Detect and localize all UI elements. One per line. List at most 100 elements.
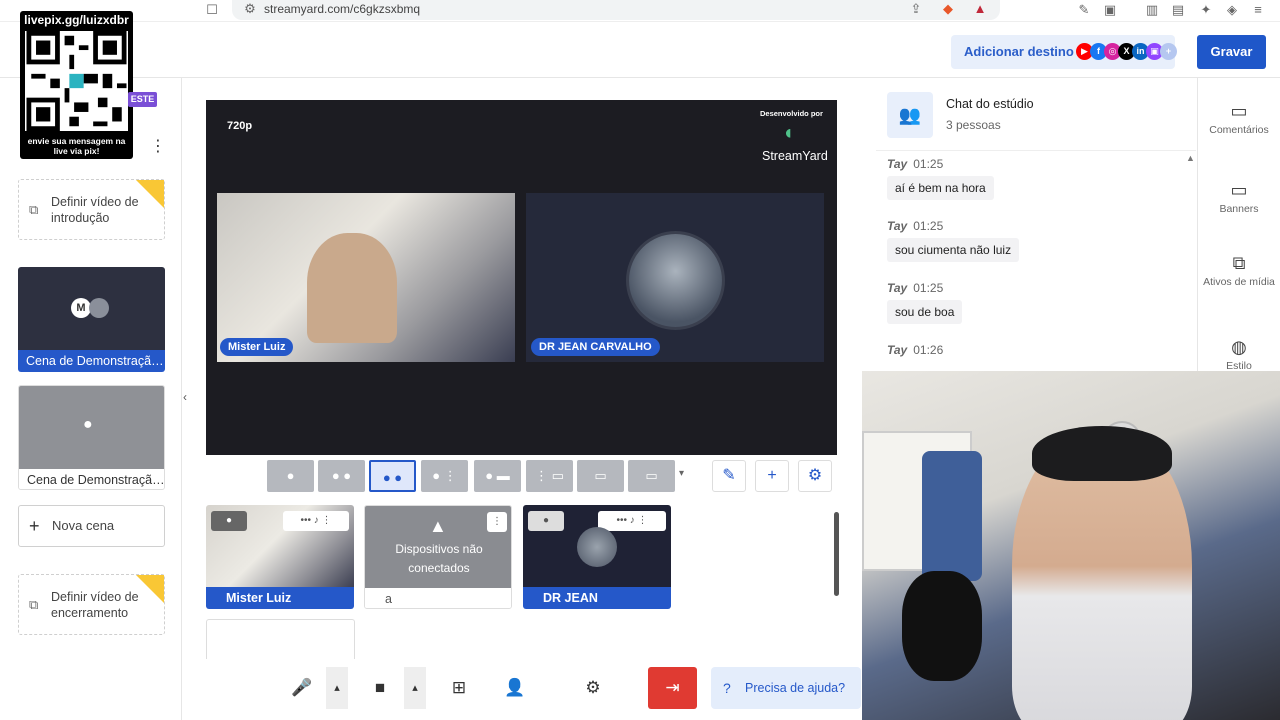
bookmark-icon[interactable]: ☐ bbox=[204, 2, 220, 18]
layouts-dropdown-icon[interactable]: ▾ bbox=[679, 468, 684, 479]
sidebar-icon[interactable]: ▥ bbox=[1144, 2, 1160, 18]
address-bar[interactable]: ⚙ streamyard.com/c6gkzsxbmq ⇪ ◆ ▲ bbox=[232, 0, 1000, 20]
rail-media[interactable]: ⧉ Ativos de mídia bbox=[1199, 254, 1279, 288]
more-options-icon[interactable]: ⋮ bbox=[150, 136, 166, 156]
streamer-hair bbox=[1032, 426, 1172, 481]
scene-avatar-initial: M bbox=[71, 298, 91, 318]
backstage-card[interactable]: ● ••• ♪ ⋮ DR JEAN CARVALHO bbox=[523, 505, 671, 609]
layout-cropped-button[interactable]: ● ● bbox=[318, 460, 365, 492]
participant-name-tag: Mister Luiz bbox=[220, 338, 294, 356]
message-text: sou ciumenta não luiz bbox=[887, 238, 1020, 262]
rail-label: Banners bbox=[1219, 203, 1259, 215]
add-layout-button[interactable]: + bbox=[755, 460, 789, 492]
layout-solo-button[interactable]: ● bbox=[267, 460, 314, 492]
camera-button[interactable]: ■ bbox=[358, 667, 402, 709]
add-guest-card[interactable] bbox=[206, 619, 355, 659]
rail-style[interactable]: ◍ Estilo bbox=[1199, 338, 1279, 372]
record-button[interactable]: Gravar bbox=[1197, 35, 1266, 69]
scroll-up-icon[interactable]: ▲ bbox=[1186, 153, 1195, 163]
rail-label: Ativos de mídia bbox=[1203, 276, 1275, 288]
leave-studio-button[interactable]: ⇥ bbox=[648, 667, 697, 709]
share-icon[interactable]: ⇪ bbox=[908, 1, 924, 17]
stage-settings-button[interactable]: ⚙ bbox=[798, 460, 832, 492]
chat-people-count: 3 pessoas bbox=[946, 118, 1001, 132]
person-icon: ● bbox=[83, 416, 93, 433]
backstage-name: DR JEAN CARVALHO bbox=[523, 587, 671, 609]
participant-figure bbox=[307, 233, 397, 343]
layout-leader-button[interactable]: ● ⋮ bbox=[421, 460, 468, 492]
participant-name-tag: DR JEAN CARVALHO bbox=[531, 338, 660, 356]
layout-pip-button[interactable]: ⋮ ▭ bbox=[526, 460, 573, 492]
scene-item[interactable]: ● Cena de Demonstração... bbox=[18, 385, 165, 490]
rail-label: Comentários bbox=[1209, 124, 1269, 136]
scene-avatar bbox=[89, 298, 109, 318]
rail-banners[interactable]: ▭ Banners bbox=[1199, 181, 1279, 215]
wallet-icon[interactable]: ▤ bbox=[1170, 2, 1186, 18]
url-text: streamyard.com/c6gkzsxbmq bbox=[264, 2, 421, 16]
vpn-icon[interactable]: ◈ bbox=[1224, 2, 1240, 18]
warning-icon: ▲ bbox=[429, 516, 447, 536]
backstage-card[interactable]: ● ••• ♪ ⋮ Mister Luiz bbox=[206, 505, 354, 609]
message-meta: Tay 01:25 bbox=[887, 219, 943, 233]
mic-options-icon[interactable]: ▴ bbox=[326, 667, 348, 709]
chat-title: Chat do estúdio bbox=[946, 97, 1034, 111]
media-icon: ⧉ bbox=[1232, 253, 1246, 273]
message-time: 01:25 bbox=[913, 219, 944, 233]
site-info-icon[interactable]: ⚙ bbox=[242, 1, 258, 17]
mic-button[interactable]: 🎤 bbox=[280, 667, 324, 709]
settings-button[interactable]: ⚙ bbox=[571, 667, 615, 709]
audio-status-icon[interactable]: ••• ♪ ⋮ bbox=[283, 511, 349, 531]
new-scene-button[interactable]: + Nova cena bbox=[18, 505, 165, 547]
message-author: Tay bbox=[887, 157, 908, 171]
message-author: Tay bbox=[887, 281, 908, 295]
remove-from-stage-icon[interactable]: ● bbox=[528, 511, 564, 531]
edit-layout-button[interactable]: ✎ bbox=[712, 460, 746, 492]
hanging-shirt-image bbox=[922, 451, 982, 581]
outro-video-slot[interactable]: ⧉ Definir vídeo de encerramento bbox=[18, 574, 165, 635]
share-screen-button[interactable]: ⊞ bbox=[437, 667, 481, 709]
video-add-icon: ⧉ bbox=[29, 202, 39, 217]
rewards-icon[interactable]: ▲ bbox=[972, 1, 988, 17]
remove-from-stage-icon[interactable]: ● bbox=[211, 511, 247, 531]
participant-avatar bbox=[626, 231, 725, 330]
message-time: 01:25 bbox=[913, 281, 944, 295]
more-options-icon[interactable]: ⋮ bbox=[487, 512, 507, 532]
test-badge: ESTE bbox=[128, 92, 157, 107]
divider bbox=[876, 150, 1196, 151]
menu-icon[interactable]: ≡ bbox=[1250, 2, 1266, 18]
collapse-sidebar-icon[interactable]: ‹ bbox=[183, 390, 187, 404]
scene-label: Cena de Demonstração... bbox=[19, 469, 164, 489]
help-button[interactable]: ? Precisa de ajuda? bbox=[711, 667, 861, 709]
microphone-image bbox=[902, 571, 982, 681]
backstage-video: ⋮ ▲ Dispositivos não conectados bbox=[365, 506, 511, 588]
streamyard-logo: StreamYard bbox=[762, 149, 828, 163]
backstage-card[interactable]: ⋮ ▲ Dispositivos não conectados a bbox=[364, 505, 512, 609]
rail-comments[interactable]: ▭ Comentários bbox=[1199, 102, 1279, 136]
ai-icon[interactable]: ✦ bbox=[1198, 2, 1214, 18]
layout-full-button[interactable]: ▭ bbox=[628, 460, 675, 492]
palette-icon: ◍ bbox=[1231, 337, 1247, 357]
extensions-icon[interactable]: ✎ bbox=[1076, 2, 1092, 18]
intro-video-slot[interactable]: ⧉ Definir vídeo de introdução bbox=[18, 179, 165, 240]
powered-by-label: Desenvolvido por bbox=[760, 109, 823, 118]
layout-screen-button[interactable]: ● ▬ bbox=[474, 460, 521, 492]
scene-item[interactable]: M Cena de Demonstração... bbox=[18, 267, 165, 372]
scene-thumbnail: ● bbox=[19, 386, 164, 469]
browser-toolbar: ☐ ⚙ streamyard.com/c6gkzsxbmq ⇪ ◆ ▲ ✎ ▣ … bbox=[0, 0, 1280, 22]
message-meta: Tay 01:25 bbox=[887, 281, 943, 295]
premium-corner-icon bbox=[136, 180, 164, 208]
plus-icon: + bbox=[29, 516, 40, 536]
new-scene-label: Nova cena bbox=[52, 518, 115, 533]
layout-thin-button[interactable]: ▭ bbox=[577, 460, 624, 492]
invite-guest-button[interactable]: 👤 bbox=[493, 667, 537, 709]
brave-shield-icon[interactable]: ◆ bbox=[940, 1, 956, 17]
camera-options-icon[interactable]: ▴ bbox=[404, 667, 426, 709]
tab-icon[interactable]: ▣ bbox=[1102, 2, 1118, 18]
audio-status-icon[interactable]: ••• ♪ ⋮ bbox=[598, 511, 666, 531]
qr-caption: envie sua mensagem na live via pix! bbox=[27, 136, 126, 156]
streamyard-logo-icon: ◖ bbox=[782, 122, 795, 144]
backstage-name: a bbox=[365, 588, 511, 608]
layout-group-button[interactable]: ● ● bbox=[369, 460, 416, 492]
backstage-scrollbar[interactable] bbox=[834, 512, 839, 596]
participant-video[interactable]: Mister Luiz bbox=[217, 193, 515, 362]
